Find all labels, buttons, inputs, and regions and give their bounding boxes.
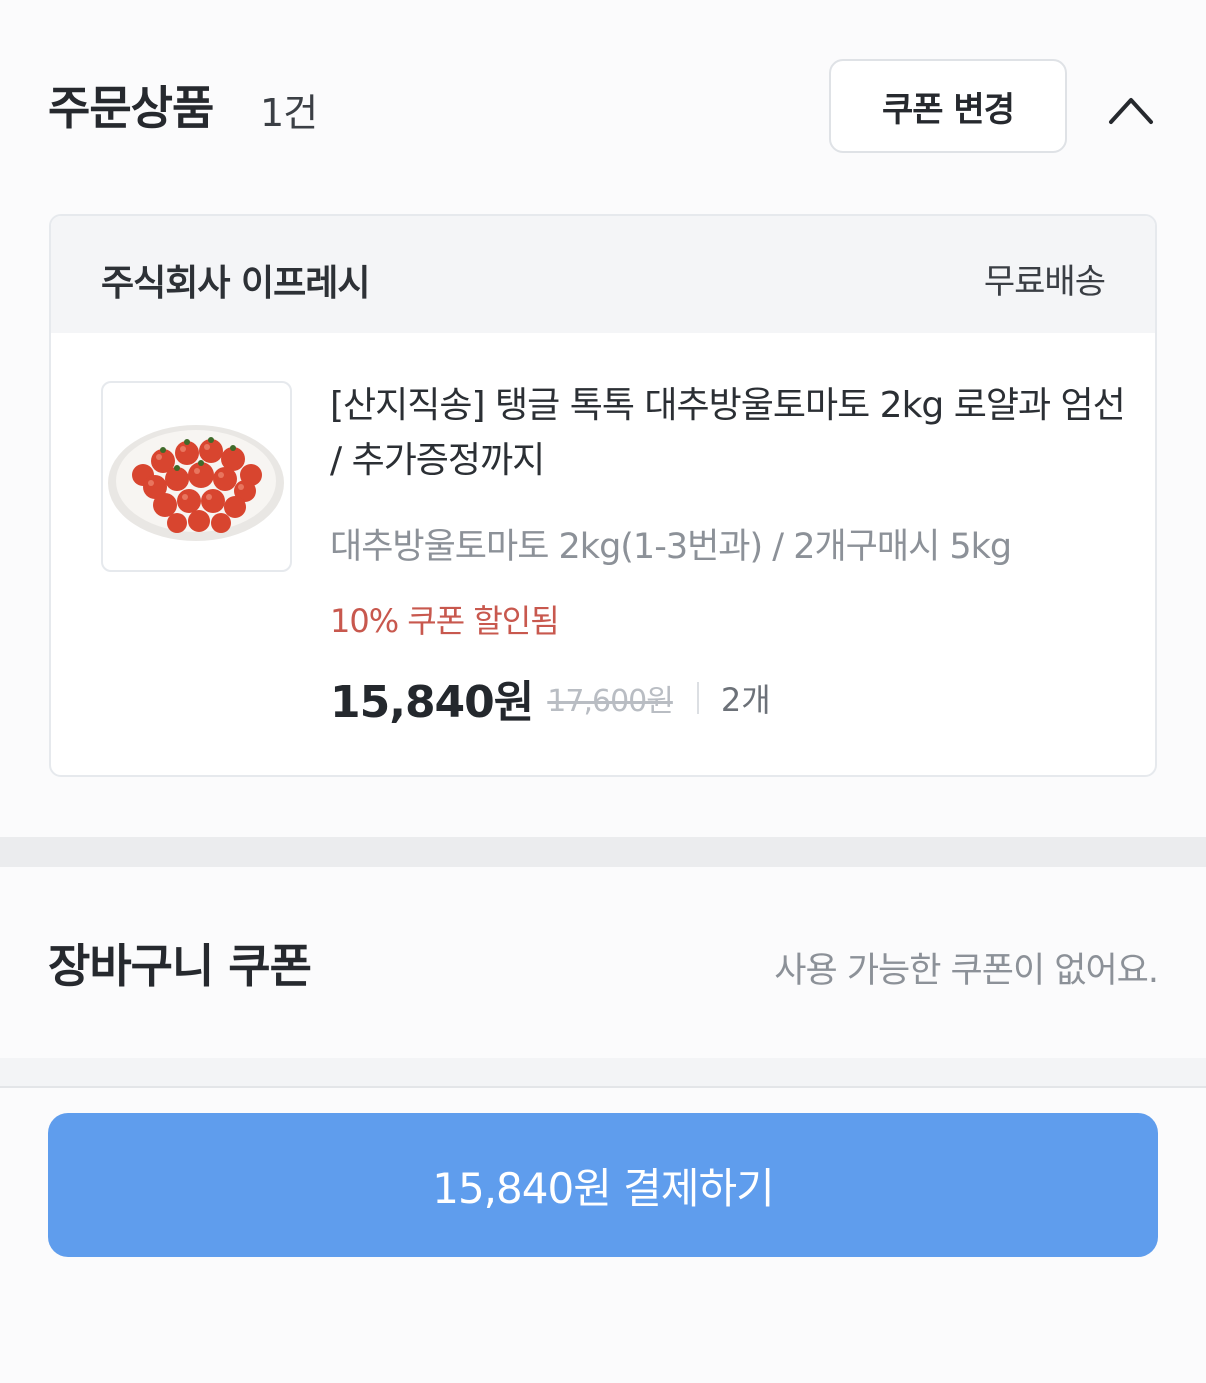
basket-coupon-status: 사용 가능한 쿠폰이 없어요. <box>774 951 1159 991</box>
product-name[interactable]: [산지직송] 탱글 톡톡 대추방울토마토 2kg 로얄과 엄선 / 추가증정까지 <box>330 378 1130 488</box>
coupon-applied-label: 10% 쿠폰 할인됨 <box>330 602 560 640</box>
product-thumbnail[interactable] <box>101 381 292 572</box>
seller-name: 주식회사 이프레시 <box>101 263 370 304</box>
basket-coupon-title: 장바구니 쿠폰 <box>48 939 312 993</box>
shipping-info: 무료배송 <box>983 262 1106 302</box>
order-items-header: 주문상품 1건 쿠폰 변경 <box>0 0 1206 210</box>
quantity: 2개 <box>720 681 771 719</box>
coupon-change-button[interactable]: 쿠폰 변경 <box>829 59 1067 153</box>
section-divider <box>0 837 1206 867</box>
sale-price: 15,840원 <box>330 677 534 728</box>
cherry-tomatoes-plate-image <box>108 425 284 541</box>
footer-divider <box>0 1058 1206 1088</box>
order-items-count: 1건 <box>260 91 318 135</box>
product-option: 대추방울토마토 2kg(1-3번과) / 2개구매시 5kg <box>330 527 1012 567</box>
seller-header: 주식회사 이프레시 무료배송 <box>51 216 1155 333</box>
price-row: 15,840원 17,600원 2개 <box>330 666 771 730</box>
chevron-up-icon[interactable] <box>1100 82 1162 134</box>
original-price: 17,600원 <box>547 684 674 719</box>
order-items-title: 주문상품 <box>48 81 214 135</box>
divider <box>696 682 699 714</box>
checkout-button[interactable]: 15,840원 결제하기 <box>48 1113 1158 1257</box>
order-item-card: 주식회사 이프레시 무료배송 [산지직송] 탱글 톡톡 대추방울토마토 2kg … <box>49 214 1157 777</box>
